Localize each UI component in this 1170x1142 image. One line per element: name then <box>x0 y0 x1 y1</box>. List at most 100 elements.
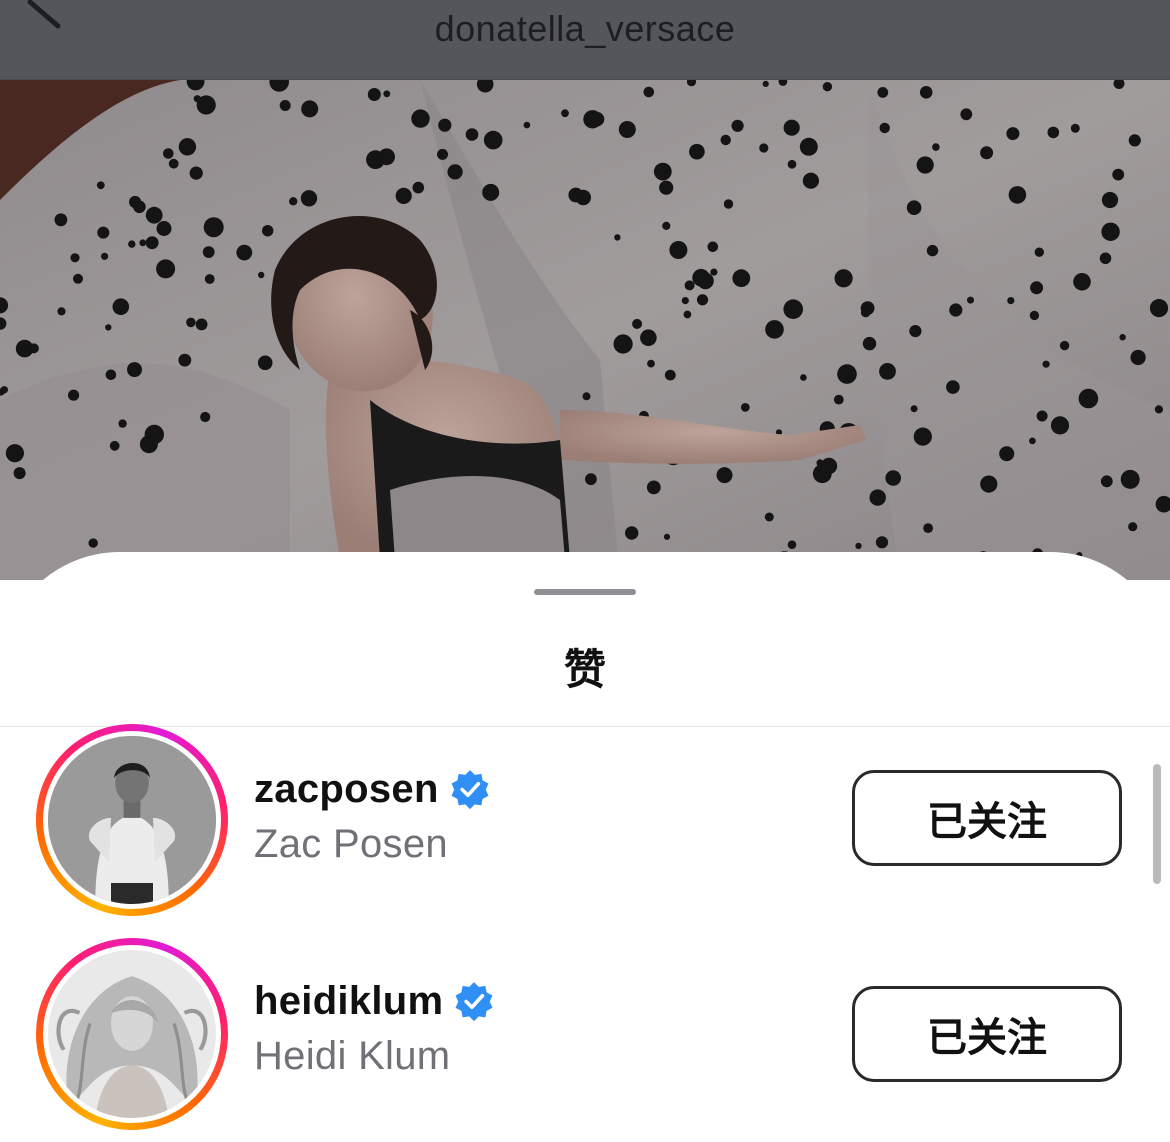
sheet-title: 赞 <box>563 645 606 694</box>
fabric-dot <box>1008 186 1027 204</box>
fabric-dot <box>879 363 896 380</box>
fabric-dot <box>653 162 672 181</box>
verified-badge-icon <box>453 980 495 1022</box>
fabric-dot <box>875 536 889 549</box>
fabric-dot <box>447 164 463 180</box>
fabric-dot <box>783 299 803 319</box>
fabric-dot <box>1030 281 1044 295</box>
fabric-dot <box>128 240 136 248</box>
fabric-dot <box>96 181 105 190</box>
fabric-dot <box>879 122 890 134</box>
fabric-dot <box>383 90 391 98</box>
post-image[interactable] <box>0 80 1170 580</box>
fabric-dot <box>640 329 657 346</box>
username[interactable]: heidiklum <box>254 979 443 1024</box>
fabric-dot <box>412 181 425 194</box>
fabric-dot <box>178 353 192 367</box>
fabric-dot <box>1149 299 1169 318</box>
fabric-dot <box>1029 437 1036 445</box>
story-ring[interactable] <box>36 724 228 916</box>
fabric-dot <box>301 100 319 118</box>
fabric-dot <box>855 542 862 550</box>
fabric-dot <box>692 268 710 287</box>
fabric-dot <box>105 369 117 381</box>
fabric-dot <box>1047 126 1060 139</box>
fabric-dot <box>646 480 661 495</box>
fabric-dot <box>869 489 886 506</box>
fabric-dot <box>1128 522 1138 532</box>
sheet-grabber[interactable] <box>534 589 636 595</box>
fabric-dot <box>1100 475 1113 488</box>
fabric-dot <box>1006 127 1020 141</box>
fabric-dot <box>1042 360 1050 368</box>
fabric-dot <box>800 374 807 381</box>
fabric-dot <box>1059 340 1070 351</box>
fabric-dot <box>916 156 934 174</box>
fabric-dot <box>664 369 676 381</box>
fabric-dot <box>910 405 918 413</box>
fabric-dot <box>926 244 939 257</box>
likes-sheet: 赞 zacposen Zac Posen 已关注 heidiklum Heidi… <box>0 552 1170 1142</box>
fabric-dot <box>156 221 172 236</box>
fabric-dot <box>367 88 381 101</box>
fabric-dot <box>0 386 8 394</box>
fabric-dot <box>127 362 142 378</box>
fabric-dot <box>783 119 800 136</box>
fabric-dot <box>257 355 273 371</box>
username[interactable]: zacposen <box>254 767 439 812</box>
verified-badge-icon <box>449 768 491 810</box>
top-bar: donatella_versace <box>0 0 1170 80</box>
following-button[interactable]: 已关注 <box>852 986 1122 1082</box>
fabric-dot <box>101 252 109 260</box>
fabric-dot <box>906 200 922 215</box>
fabric-dot <box>145 206 163 224</box>
fabric-dot <box>923 523 933 533</box>
following-button[interactable]: 已关注 <box>852 770 1122 866</box>
fabric-dot <box>731 119 744 132</box>
fabric-dot <box>659 180 674 195</box>
avatar <box>48 950 216 1118</box>
fabric-dot <box>1050 416 1070 435</box>
fabric-dot <box>54 213 68 227</box>
fabric-dot <box>787 159 797 169</box>
fabric-dot <box>980 146 994 160</box>
fabric-dot <box>178 138 197 156</box>
fabric-dot <box>833 394 844 405</box>
fabric-dot <box>482 183 500 201</box>
fabric-dot <box>189 166 203 180</box>
fabric-dot <box>139 239 147 247</box>
fabric-dot <box>145 236 159 250</box>
fabric-dot <box>262 225 274 237</box>
fabric-dot <box>946 380 960 394</box>
fabric-dot <box>585 473 597 486</box>
fabric-dot <box>200 411 211 423</box>
fabric-dot <box>465 128 479 141</box>
fabric-dot <box>696 294 709 306</box>
fabric-dot <box>1036 410 1048 422</box>
fabric-dot <box>13 467 26 480</box>
fabric-dot <box>202 246 215 258</box>
fabric-dot <box>1073 273 1091 291</box>
fabric-dot <box>689 143 705 160</box>
fabric-dot <box>366 150 385 170</box>
fabric-dot <box>561 109 569 118</box>
fabric-dot <box>582 392 591 401</box>
fabric-dot <box>28 343 39 354</box>
fabric-dot <box>523 121 531 129</box>
fabric-dot <box>614 234 621 241</box>
fabric-dot <box>156 259 176 279</box>
liker-row[interactable]: zacposen Zac Posen 已关注 <box>0 722 1170 922</box>
fabric-dot <box>787 540 797 549</box>
scrollbar[interactable] <box>1153 764 1161 884</box>
fabric-dot <box>919 86 933 99</box>
fabric-dot <box>68 389 80 401</box>
liker-row[interactable]: heidiklum Heidi Klum 已关注 <box>0 938 1170 1138</box>
fabric-dot <box>204 274 215 284</box>
fabric-dot <box>862 336 877 351</box>
story-ring[interactable] <box>36 938 228 1130</box>
fabric-dot <box>716 467 733 484</box>
fabric-dot <box>1112 168 1125 181</box>
fabric-dot <box>932 143 940 151</box>
fabric-dot <box>967 296 974 304</box>
fabric-dot <box>643 86 655 98</box>
